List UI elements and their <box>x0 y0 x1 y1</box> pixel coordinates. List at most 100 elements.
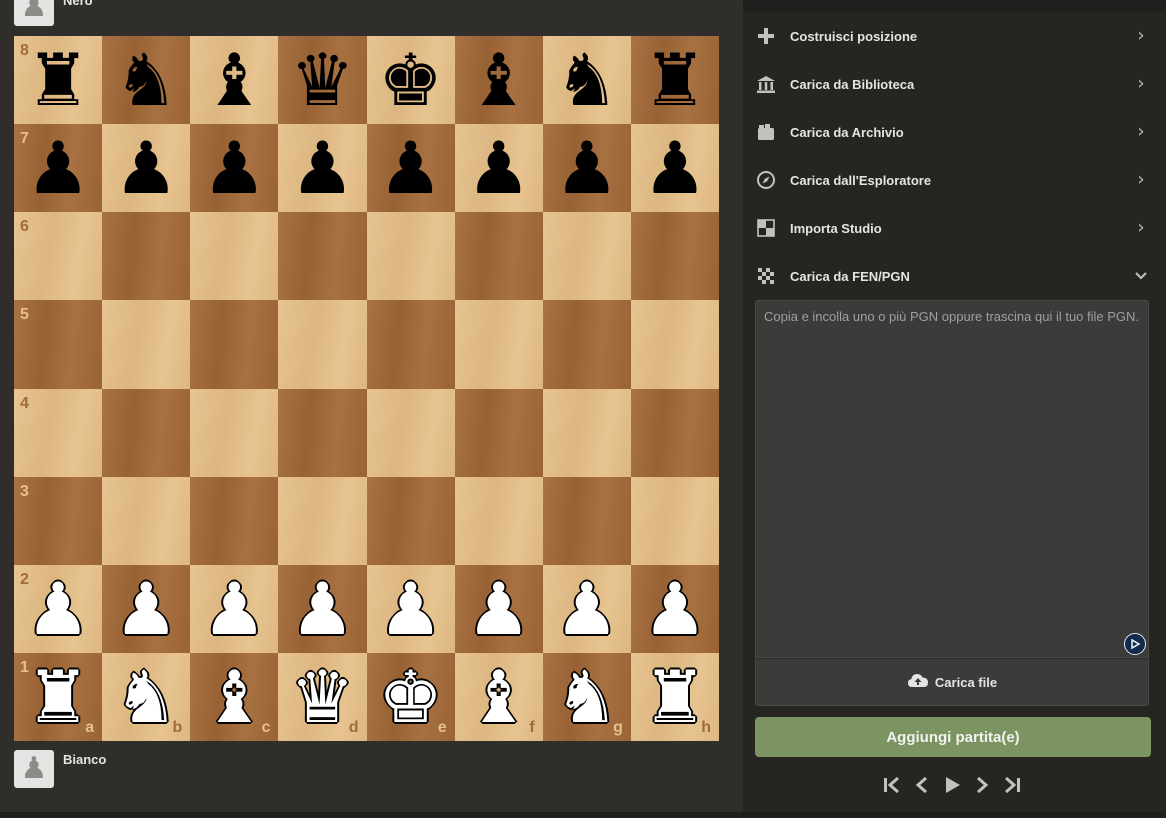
square-c7[interactable]: ♟ <box>190 124 279 213</box>
menu-item-archive[interactable]: Carica da Archivio › <box>743 108 1166 156</box>
square-d3[interactable] <box>278 476 367 565</box>
black-pawn-icon[interactable]: ♟ <box>455 124 543 212</box>
square-g4[interactable] <box>542 388 631 477</box>
square-h8[interactable]: ♜ <box>630 36 719 125</box>
square-f5[interactable] <box>454 300 543 389</box>
white-pawn-icon[interactable]: ♟ <box>631 565 719 653</box>
last-move-icon[interactable] <box>999 772 1025 798</box>
menu-item-import-study[interactable]: Importa Studio › <box>743 204 1166 252</box>
square-f4[interactable] <box>454 388 543 477</box>
square-b7[interactable]: ♟ <box>102 124 191 213</box>
black-queen-icon[interactable]: ♛ <box>278 36 366 124</box>
square-h2[interactable]: ♟ <box>630 564 719 653</box>
square-d6[interactable] <box>278 212 367 301</box>
black-rook-icon[interactable]: ♜ <box>14 36 102 124</box>
square-f6[interactable] <box>454 212 543 301</box>
add-games-button[interactable]: Aggiungi partita(e) <box>755 717 1151 757</box>
menu-item-explorer[interactable]: Carica dall'Esploratore › <box>743 156 1166 204</box>
white-pawn-icon[interactable]: ♟ <box>102 565 190 653</box>
square-f3[interactable] <box>454 476 543 565</box>
black-pawn-icon[interactable]: ♟ <box>14 124 102 212</box>
square-g2[interactable]: ♟ <box>542 564 631 653</box>
next-move-icon[interactable] <box>969 772 995 798</box>
square-d1[interactable]: d ♛ <box>278 652 367 741</box>
white-rook-icon[interactable]: ♜ <box>631 653 719 741</box>
white-pawn-icon[interactable]: ♟ <box>190 565 278 653</box>
black-king-icon[interactable]: ♚ <box>367 36 455 124</box>
square-a3[interactable]: 3 <box>14 476 103 565</box>
square-g5[interactable] <box>542 300 631 389</box>
square-c4[interactable] <box>190 388 279 477</box>
square-f1[interactable]: f ♝ <box>454 652 543 741</box>
square-c2[interactable]: ♟ <box>190 564 279 653</box>
white-bishop-icon[interactable]: ♝ <box>190 653 278 741</box>
square-e3[interactable] <box>366 476 455 565</box>
square-c5[interactable] <box>190 300 279 389</box>
square-b8[interactable]: ♞ <box>102 36 191 125</box>
square-a2[interactable]: 2 ♟ <box>14 564 103 653</box>
square-d2[interactable]: ♟ <box>278 564 367 653</box>
square-a7[interactable]: 7 ♟ <box>14 124 103 213</box>
pgn-input[interactable] <box>756 301 1148 657</box>
white-pawn-icon[interactable]: ♟ <box>278 565 366 653</box>
square-c8[interactable]: ♝ <box>190 36 279 125</box>
black-pawn-icon[interactable]: ♟ <box>631 124 719 212</box>
black-knight-icon[interactable]: ♞ <box>543 36 631 124</box>
square-h6[interactable] <box>630 212 719 301</box>
assistant-badge-icon[interactable] <box>1124 633 1146 655</box>
black-pawn-icon[interactable]: ♟ <box>102 124 190 212</box>
square-b4[interactable] <box>102 388 191 477</box>
square-g1[interactable]: g ♞ <box>542 652 631 741</box>
menu-item-library[interactable]: Carica da Biblioteca › <box>743 60 1166 108</box>
black-pawn-icon[interactable]: ♟ <box>367 124 455 212</box>
square-a4[interactable]: 4 <box>14 388 103 477</box>
square-a5[interactable]: 5 <box>14 300 103 389</box>
black-pawn-icon[interactable]: ♟ <box>543 124 631 212</box>
square-a6[interactable]: 6 <box>14 212 103 301</box>
square-d8[interactable]: ♛ <box>278 36 367 125</box>
upload-file-button[interactable]: Carica file <box>755 658 1149 706</box>
square-e1[interactable]: e ♚ <box>366 652 455 741</box>
white-knight-icon[interactable]: ♞ <box>543 653 631 741</box>
square-f7[interactable]: ♟ <box>454 124 543 213</box>
white-king-icon[interactable]: ♚ <box>367 653 455 741</box>
square-h1[interactable]: h ♜ <box>630 652 719 741</box>
square-c1[interactable]: c ♝ <box>190 652 279 741</box>
square-b3[interactable] <box>102 476 191 565</box>
black-knight-icon[interactable]: ♞ <box>102 36 190 124</box>
square-h3[interactable] <box>630 476 719 565</box>
white-queen-icon[interactable]: ♛ <box>278 653 366 741</box>
white-pawn-icon[interactable]: ♟ <box>14 565 102 653</box>
square-e7[interactable]: ♟ <box>366 124 455 213</box>
square-f2[interactable]: ♟ <box>454 564 543 653</box>
square-b1[interactable]: b ♞ <box>102 652 191 741</box>
square-h5[interactable] <box>630 300 719 389</box>
square-b6[interactable] <box>102 212 191 301</box>
previous-move-icon[interactable] <box>909 772 935 798</box>
white-pawn-icon[interactable]: ♟ <box>543 565 631 653</box>
square-b5[interactable] <box>102 300 191 389</box>
square-h7[interactable]: ♟ <box>630 124 719 213</box>
first-move-icon[interactable] <box>879 772 905 798</box>
square-e8[interactable]: ♚ <box>366 36 455 125</box>
white-rook-icon[interactable]: ♜ <box>14 653 102 741</box>
square-h4[interactable] <box>630 388 719 477</box>
play-icon[interactable] <box>939 772 965 798</box>
square-g8[interactable]: ♞ <box>542 36 631 125</box>
square-d5[interactable] <box>278 300 367 389</box>
square-e4[interactable] <box>366 388 455 477</box>
black-pawn-icon[interactable]: ♟ <box>190 124 278 212</box>
white-bishop-icon[interactable]: ♝ <box>455 653 543 741</box>
square-e5[interactable] <box>366 300 455 389</box>
square-b2[interactable]: ♟ <box>102 564 191 653</box>
menu-item-fen-pgn[interactable]: Carica da FEN/PGN <box>743 252 1166 300</box>
square-e2[interactable]: ♟ <box>366 564 455 653</box>
square-d4[interactable] <box>278 388 367 477</box>
square-a8[interactable]: 8 ♜ <box>14 36 103 125</box>
black-bishop-icon[interactable]: ♝ <box>455 36 543 124</box>
chess-board[interactable]: 8 ♜ ♞ ♝ ♛ ♚ ♝ ♞ ♜ 7 ♟ ♟ ♟ ♟ ♟ ♟ ♟ ♟ 6 5 4 3 2 ♟ ♟ ♟ ♟ ♟ ♟ ♟ ♟ 1 a ♜ b ♞ c ♝ d ♛… <box>14 36 719 741</box>
square-c6[interactable] <box>190 212 279 301</box>
black-bishop-icon[interactable]: ♝ <box>190 36 278 124</box>
square-f8[interactable]: ♝ <box>454 36 543 125</box>
square-g7[interactable]: ♟ <box>542 124 631 213</box>
